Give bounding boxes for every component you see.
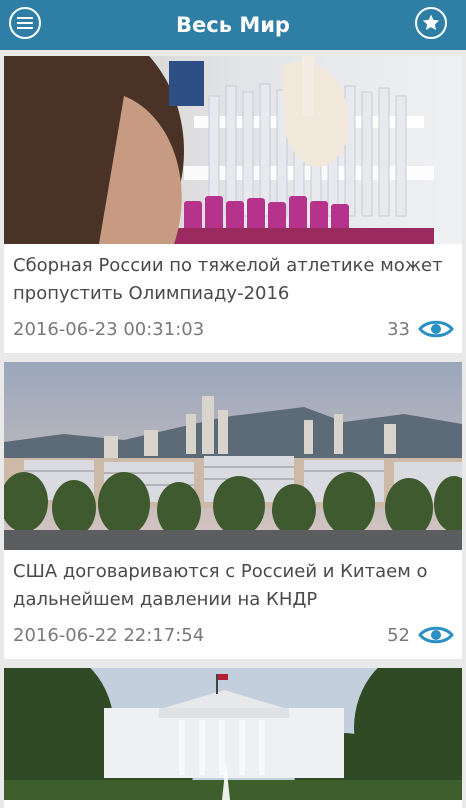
article-title[interactable]: США договариваются с Россией и Китаем о … [4,550,462,614]
menu-button[interactable] [9,7,41,39]
view-count-value: 33 [387,318,410,340]
news-card[interactable]: Сборная России по тяжелой атлетике может… [4,56,462,353]
view-count: 33 [387,318,454,340]
article-date: 2016-06-23 00:31:03 [13,318,205,340]
news-card[interactable] [4,668,462,808]
article-title[interactable]: Сборная России по тяжелой атлетике может… [4,244,462,308]
lab-test-tubes-photo [4,56,462,244]
favorites-button[interactable] [415,7,447,39]
news-card[interactable]: США договариваются с Россией и Китаем о … [4,362,462,659]
eye-icon [418,626,454,644]
view-count: 52 [387,624,454,646]
star-icon [422,14,440,31]
city-skyline-photo [4,362,462,550]
hamburger-menu-icon [17,17,33,29]
article-date: 2016-06-22 22:17:54 [13,624,205,646]
view-count-value: 52 [387,624,410,646]
article-image[interactable] [4,362,462,550]
article-image[interactable] [4,56,462,244]
article-meta: 2016-06-22 22:17:54 52 [13,624,454,646]
article-meta: 2016-06-23 00:31:03 33 [13,318,454,340]
app-title: Весь Мир [176,13,290,37]
white-house-photo [4,668,462,800]
article-image[interactable] [4,668,462,800]
app-header: Весь Мир [0,0,466,50]
eye-icon [418,320,454,338]
